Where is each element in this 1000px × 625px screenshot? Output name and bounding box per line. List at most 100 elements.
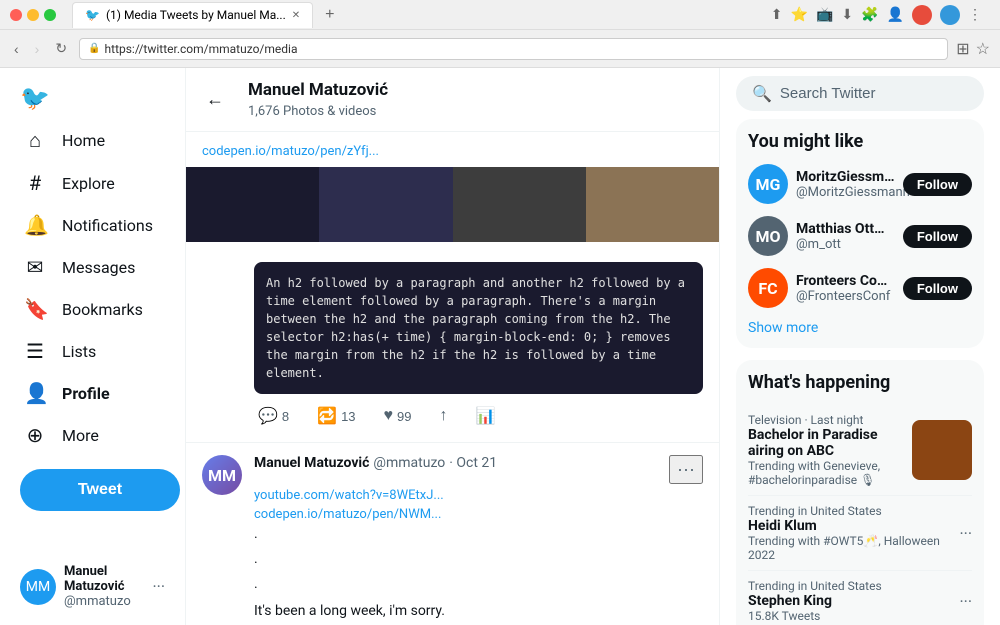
suggest-name-1: MoritzGiessmann@M... [796,169,895,185]
messages-icon: ✉ [24,255,46,279]
reply-button-1[interactable]: 💬 8 [254,402,293,430]
bookmark-toolbar-icon[interactable]: ⭐ [791,7,808,23]
avatar2[interactable] [940,5,960,25]
might-like-section: You might like MG MoritzGiessmann@M... @… [736,119,984,348]
trend-dots-3[interactable]: ··· [959,592,972,611]
sidebar-toggle-icon[interactable]: ⊞ [956,39,969,58]
whats-happening-section: What's happening Television · Last night… [736,360,984,625]
user-card[interactable]: MM Manuel Matuzović @mmatuzo ··· [12,556,173,617]
follow-button-2[interactable]: Follow [903,225,972,248]
dot-lines: ... [254,522,703,598]
trend-count-3: 15.8K Tweets [748,609,882,623]
tweet-header-2: Manuel Matuzović @mmatuzo · Oct 21 ··· [254,455,703,484]
retweet-count-1: 13 [341,409,355,424]
trend-image-1 [912,420,972,480]
extensions-icon[interactable]: 🧩 [861,7,878,23]
search-input[interactable] [780,85,979,102]
back-button[interactable]: ← [202,85,228,114]
tweet-more-button-2[interactable]: ··· [669,455,703,484]
close-button[interactable] [10,9,22,21]
whats-happening-title: What's happening [748,372,972,393]
forward-nav-button[interactable]: › [31,39,44,59]
left-sidebar: 🐦 ⌂ Home # Explore 🔔 Notifications ✉ Mes… [0,68,185,625]
sidebar-item-explore[interactable]: # Explore [12,163,173,203]
reload-button[interactable]: ↻ [51,38,71,59]
trend-title-3[interactable]: Stephen King [748,593,882,609]
like-button-1[interactable]: ♥ 99 [380,402,416,430]
cast-icon[interactable]: 📺 [816,7,833,23]
tweet-button[interactable]: Tweet [20,469,180,511]
user-display-name: Manuel Matuzović [64,564,144,594]
explore-icon: # [24,171,46,195]
media-thumb-3[interactable] [453,167,586,242]
main-nav: ⌂ Home # Explore 🔔 Notifications ✉ Messa… [12,120,173,457]
tab-close-icon[interactable]: ✕ [292,10,300,21]
trend-category-3: Trending in United States [748,579,882,593]
sidebar-item-more[interactable]: ⊕ More [12,415,173,455]
content-header: ← Manuel Matuzović 1,676 Photos & videos [186,68,719,132]
sidebar-label-explore: Explore [62,174,115,193]
profiles-icon[interactable]: 👤 [887,7,904,23]
minimize-button[interactable] [27,9,39,21]
suggest-item-3: FC Fronteers Conference @FronteersConf F… [748,268,972,308]
maximize-button[interactable] [44,9,56,21]
tab-favicon: 🐦 [85,8,100,22]
follow-button-3[interactable]: Follow [903,277,972,300]
codepen-link[interactable]: codepen.io/matuzo/pen/zYfj... [202,144,379,159]
trend-item-2: Trending in United States Heidi Klum Tre… [748,496,972,571]
codepen-link2[interactable]: codepen.io/matuzo/pen/NWM... [254,507,441,522]
sidebar-item-bookmarks[interactable]: 🔖 Bookmarks [12,289,173,329]
trend-dots-2[interactable]: ··· [959,524,972,543]
trend-with-image-1: Television · Last night Bachelor in Para… [748,413,972,487]
trend-category-2: Trending in United States [748,504,959,518]
avatar-initials-2: MM [208,466,236,485]
suggest-avatar-3: FC [748,268,788,308]
trend-header-3: Trending in United States Stephen King 1… [748,579,972,623]
tweet-body-2: Manuel Matuzović @mmatuzo · Oct 21 ··· y… [254,455,703,625]
trend-title-2[interactable]: Heidi Klum [748,518,959,534]
show-more-link[interactable]: Show more [748,320,972,336]
sidebar-item-messages[interactable]: ✉ Messages [12,247,173,287]
suggest-info-2: Matthias Ott—bring b... @m_ott [796,221,895,252]
url-bar[interactable]: 🔒 https://twitter.com/mmatuzo/media [79,38,948,60]
apps-icon[interactable]: ⋮ [968,7,982,23]
trend-subtitle-2: Trending with #OWT5🥂, Halloween 2022 [748,534,959,562]
share-icon[interactable]: ⬆ [771,7,783,23]
sidebar-item-notifications[interactable]: 🔔 Notifications [12,205,173,245]
retweet-button-1[interactable]: 🔁 13 [313,402,359,430]
tweet-text-2: It's been a long week, i'm sorry. [254,602,703,622]
download-icon[interactable]: ⬇ [841,7,853,23]
author-handle-2: @mmatuzo [373,455,445,471]
might-like-title: You might like [748,131,972,152]
star-icon[interactable]: ☆ [976,39,990,58]
trend-content-2: Trending in United States Heidi Klum Tre… [748,504,959,562]
share-button-1[interactable]: ↑ [436,402,452,430]
new-tab-button[interactable]: + [325,6,334,24]
sidebar-item-profile[interactable]: 👤 Profile [12,373,173,413]
browser-tab[interactable]: 🐦 (1) Media Tweets by Manuel Ma... ✕ [72,2,313,28]
avatar1[interactable] [912,5,932,25]
trend-header-2: Trending in United States Heidi Klum Tre… [748,504,972,562]
sidebar-label-home: Home [62,131,105,150]
analytics-button-1[interactable]: 📊 [472,402,500,430]
suggest-info-3: Fronteers Conference @FronteersConf [796,273,895,304]
youtube-link[interactable]: youtube.com/watch?v=8WEtxJ... [254,488,444,503]
home-icon: ⌂ [24,128,46,153]
tweet-avatar-2: MM [202,455,242,495]
like-icon: ♥ [384,407,394,425]
sidebar-item-lists[interactable]: ☰ Lists [12,331,173,371]
sidebar-item-home[interactable]: ⌂ Home [12,120,173,161]
follow-button-1[interactable]: Follow [903,173,972,196]
sidebar-label-profile: Profile [62,384,110,403]
trend-title-1[interactable]: Bachelor in Paradise airing on ABC [748,427,912,459]
back-nav-button[interactable]: ‹ [10,39,23,59]
suggest-avatar-1: MG [748,164,788,204]
twitter-logo[interactable]: 🐦 [20,84,173,112]
browser-address-bar: ‹ › ↻ 🔒 https://twitter.com/mmatuzo/medi… [0,30,1000,68]
media-thumb-2[interactable] [319,167,452,242]
trend-category-1: Television · Last night [748,413,912,427]
tweet-item-2: MM Manuel Matuzović @mmatuzo · Oct 21 ··… [186,443,719,625]
media-thumb-4[interactable] [586,167,719,242]
media-thumb-1[interactable] [186,167,319,242]
search-icon: 🔍 [752,84,772,103]
